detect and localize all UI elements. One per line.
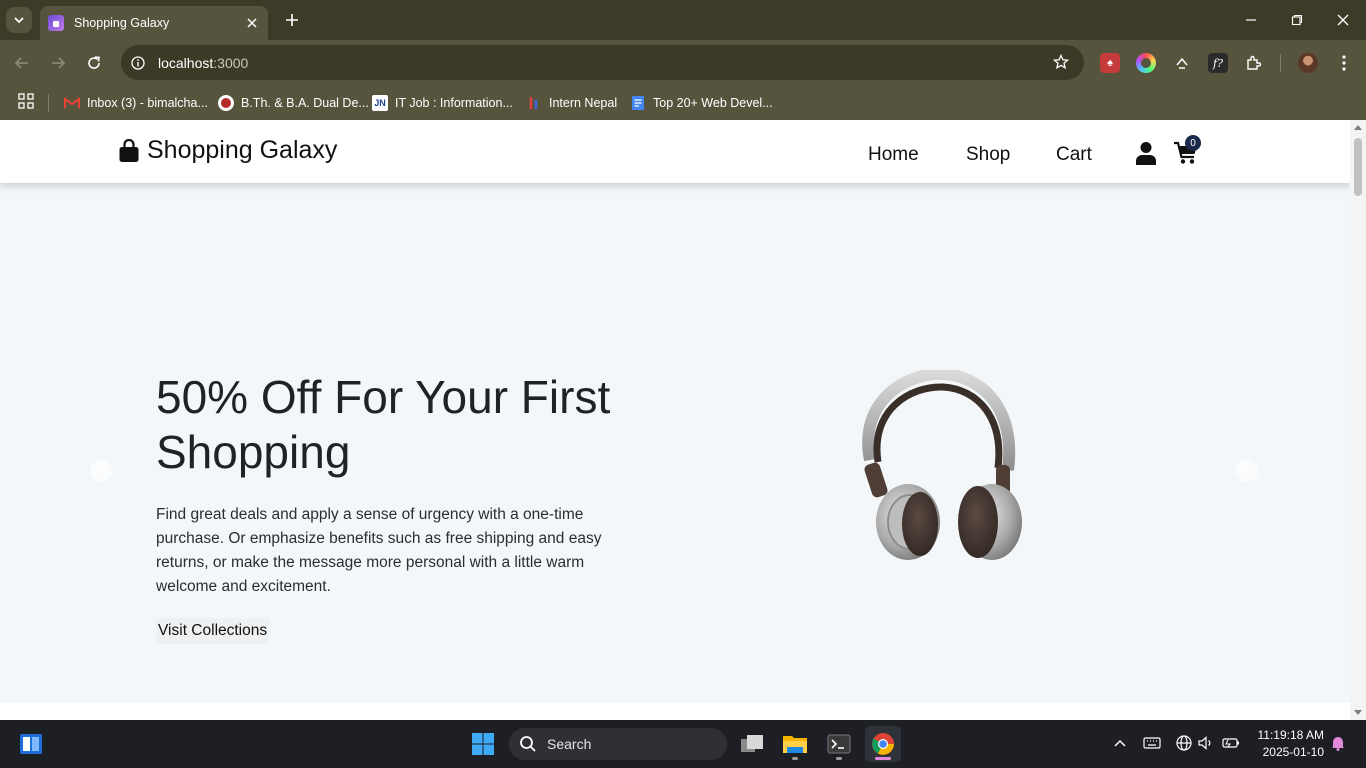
browser-tab[interactable]: Shopping Galaxy (40, 6, 268, 40)
close-icon (1337, 14, 1349, 26)
restore-icon (1291, 14, 1303, 26)
address-bar[interactable]: localhost:3000 (121, 45, 1084, 80)
file-explorer-button[interactable] (777, 726, 813, 762)
taskbar-search-label: Search (547, 736, 592, 752)
intern-nepal-icon (526, 95, 542, 111)
bookmark-item[interactable]: Intern Nepal (526, 92, 617, 114)
jn-icon: JN (372, 95, 388, 111)
reload-button[interactable] (82, 51, 106, 75)
windows-start-icon[interactable] (471, 732, 495, 756)
hero-description: Find great deals and apply a sense of ur… (156, 506, 602, 595)
folder-icon (783, 736, 807, 753)
brand-logo[interactable]: Shopping Galaxy (118, 136, 337, 165)
fonts-extension-icon[interactable]: f? (1208, 53, 1228, 73)
arrow-left-icon (14, 57, 28, 69)
task-view-button[interactable] (734, 726, 770, 762)
headphones-product-image (862, 370, 1022, 560)
site-info-icon[interactable] (130, 55, 146, 71)
extensions-puzzle-icon[interactable] (1244, 53, 1264, 73)
visit-collections-button[interactable]: Visit Collections (156, 618, 270, 644)
site-header: Shopping Galaxy Home Shop Cart 0 (0, 120, 1350, 183)
system-clock[interactable]: 11:19:18 AM 2025-01-10 (1250, 727, 1325, 761)
page-viewport: Shopping Galaxy Home Shop Cart 0 50% Off… (0, 120, 1350, 720)
university-icon (218, 95, 234, 111)
chevron-up-icon (1114, 739, 1126, 747)
clock-date: 2025-01-10 (1262, 745, 1324, 759)
next-section (0, 703, 1350, 720)
bookmark-item[interactable]: Top 20+ Web Devel... (630, 92, 773, 114)
scroll-down-icon[interactable] (1354, 710, 1362, 715)
bookmark-star-icon[interactable] (1052, 53, 1070, 71)
browser-menu-icon[interactable] (1334, 53, 1354, 73)
new-tab-button[interactable] (280, 9, 304, 31)
color-picker-extension-icon[interactable] (1136, 53, 1156, 73)
reload-icon (88, 56, 100, 69)
tab-search-button[interactable] (6, 7, 32, 33)
url-text: localhost:3000 (158, 54, 249, 71)
close-window-button[interactable] (1320, 0, 1366, 40)
carousel-next-button[interactable] (1236, 460, 1258, 482)
bookmarks-bar: Inbox (3) - bimalcha... B.Th. & B.A. Dua… (0, 86, 1366, 120)
apps-grid-icon[interactable] (18, 93, 34, 109)
site-favicon-icon (48, 15, 64, 31)
search-icon (520, 736, 536, 752)
browser-toolbar: localhost:3000 ♠ f? (0, 40, 1366, 86)
restore-button[interactable] (1274, 0, 1320, 40)
scrollbar-thumb[interactable] (1354, 138, 1362, 196)
volume-icon[interactable] (1196, 733, 1216, 753)
notifications-bell-icon[interactable] (1328, 733, 1348, 753)
chevron-down-icon (14, 17, 24, 24)
running-indicator (792, 757, 798, 760)
extension-3-icon[interactable] (1172, 53, 1192, 73)
docs-icon (630, 95, 646, 111)
taskbar-search[interactable]: Search (509, 728, 727, 760)
gmail-icon (64, 95, 80, 111)
show-hidden-icons[interactable] (1110, 733, 1130, 753)
widgets-icon[interactable] (19, 732, 43, 756)
task-view-icon (741, 735, 763, 752)
brand-name: Shopping Galaxy (147, 136, 338, 164)
bookmarks-separator (48, 94, 49, 112)
terminal-button[interactable] (821, 726, 857, 762)
chrome-icon (872, 733, 894, 755)
bookmark-item[interactable]: Inbox (3) - bimalcha... (64, 92, 208, 114)
chevron-left-icon (97, 466, 104, 476)
hero-title: 50% Off For Your First Shopping (156, 371, 611, 478)
scroll-up-icon[interactable] (1354, 125, 1362, 130)
running-indicator (836, 757, 842, 760)
nav-home-link[interactable]: Home (868, 144, 919, 166)
keyboard-icon[interactable] (1142, 733, 1162, 753)
plus-icon (286, 14, 298, 26)
toolbar-separator (1280, 54, 1281, 72)
minimize-button[interactable] (1228, 0, 1274, 40)
terminal-icon (827, 734, 851, 754)
browser-tab-bar: Shopping Galaxy (0, 0, 1366, 40)
shopping-bag-icon (119, 138, 139, 162)
close-tab-icon[interactable] (244, 15, 260, 31)
profile-avatar[interactable] (1298, 53, 1318, 73)
nav-shop-link[interactable]: Shop (966, 144, 1010, 166)
network-globe-icon[interactable] (1174, 733, 1194, 753)
bookmark-item[interactable]: B.Th. & B.A. Dual De... (218, 92, 369, 114)
battery-icon[interactable] (1221, 733, 1241, 753)
taskbar: Search 11:19:18 AM 2025-01-10 (0, 720, 1366, 768)
nav-cart-link[interactable]: Cart (1056, 144, 1092, 166)
arrow-right-icon (52, 57, 66, 69)
minimize-icon (1246, 19, 1256, 21)
bookmark-item[interactable]: JN IT Job : Information... (372, 92, 513, 114)
chevron-right-icon (1244, 466, 1251, 476)
user-icon[interactable] (1135, 141, 1157, 165)
extension-1-icon[interactable]: ♠ (1100, 53, 1120, 73)
tab-title: Shopping Galaxy (74, 16, 170, 30)
page-scrollbar[interactable] (1350, 120, 1366, 720)
chrome-button[interactable] (865, 726, 901, 762)
back-button[interactable] (10, 51, 34, 75)
active-indicator (875, 757, 891, 760)
clock-time: 11:19:18 AM (1257, 728, 1325, 742)
carousel-prev-button[interactable] (90, 460, 112, 482)
cart-count-badge: 0 (1185, 135, 1201, 151)
forward-button[interactable] (46, 51, 70, 75)
